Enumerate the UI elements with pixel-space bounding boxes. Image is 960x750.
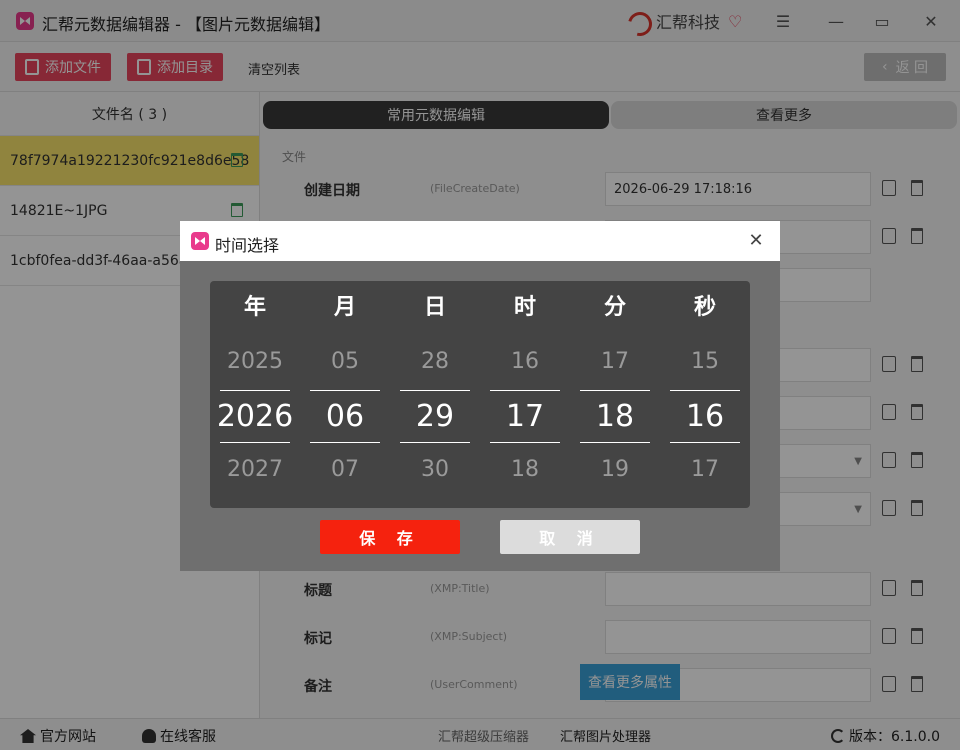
dialog-header: 时间选择 ✕: [180, 221, 780, 261]
hour-column[interactable]: 时 16 17 18: [490, 281, 560, 508]
column-header: 月: [333, 295, 356, 320]
prev-value[interactable]: 05: [310, 349, 380, 374]
prev-value[interactable]: 28: [400, 349, 470, 374]
selected-value[interactable]: 18: [580, 390, 650, 443]
prev-value[interactable]: 16: [490, 349, 560, 374]
next-value[interactable]: 17: [670, 457, 740, 482]
selected-value[interactable]: 17: [490, 390, 560, 443]
next-value[interactable]: 18: [490, 457, 560, 482]
next-value[interactable]: 19: [580, 457, 650, 482]
column-header: 年: [243, 295, 266, 320]
next-value[interactable]: 30: [400, 457, 470, 482]
column-header: 分: [603, 295, 626, 320]
time-picker: 年 2025 2026 2027 月 05 06 07 日 28 29 30 时…: [210, 281, 750, 508]
dialog-title: 时间选择: [215, 236, 280, 255]
second-column[interactable]: 秒 15 16 17: [670, 281, 740, 508]
month-column[interactable]: 月 05 06 07: [310, 281, 380, 508]
app-logo-icon: [191, 232, 209, 250]
prev-value[interactable]: 17: [580, 349, 650, 374]
selected-value[interactable]: 29: [400, 390, 470, 443]
selected-value[interactable]: 16: [670, 390, 740, 443]
next-value[interactable]: 2027: [220, 457, 290, 482]
save-button[interactable]: 保 存: [320, 520, 460, 554]
year-column[interactable]: 年 2025 2026 2027: [217, 281, 293, 508]
selected-value[interactable]: 2026: [217, 390, 293, 443]
column-header: 日: [423, 295, 446, 320]
selected-value[interactable]: 06: [310, 390, 380, 443]
prev-value[interactable]: 15: [670, 349, 740, 374]
cancel-button[interactable]: 取 消: [500, 520, 640, 554]
next-value[interactable]: 07: [310, 457, 380, 482]
close-icon[interactable]: ✕: [746, 230, 766, 251]
time-picker-dialog: 时间选择 ✕ 年 2025 2026 2027 月 05 06 07 日 28 …: [180, 221, 780, 571]
minute-column[interactable]: 分 17 18 19: [580, 281, 650, 508]
column-header: 时: [513, 295, 536, 320]
prev-value[interactable]: 2025: [220, 349, 290, 374]
day-column[interactable]: 日 28 29 30: [400, 281, 470, 508]
column-header: 秒: [693, 295, 716, 320]
